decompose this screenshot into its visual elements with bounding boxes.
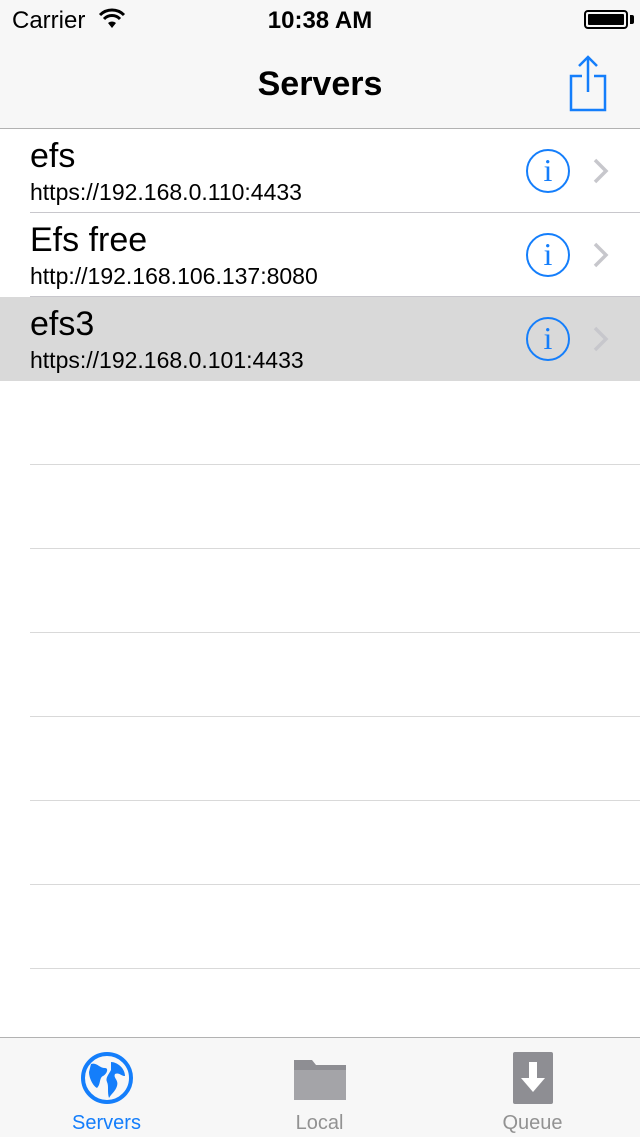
info-icon[interactable]: i — [526, 233, 570, 277]
tab-servers[interactable]: Servers — [0, 1038, 213, 1137]
empty-row — [30, 549, 640, 633]
navigation-bar: Servers — [0, 40, 640, 129]
empty-row — [30, 633, 640, 717]
page-title: Servers — [257, 65, 383, 103]
server-name: efs — [30, 137, 76, 175]
chevron-right-icon — [593, 242, 609, 268]
empty-row — [30, 717, 640, 801]
empty-row — [30, 885, 640, 969]
server-name: Efs free — [30, 221, 148, 259]
tab-bar: Servers Local Queue — [0, 1037, 640, 1137]
tab-queue[interactable]: Queue — [426, 1038, 639, 1137]
empty-row — [30, 381, 640, 465]
server-row[interactable]: Efs free http://192.168.106.137:8080 i — [30, 213, 640, 297]
share-icon[interactable] — [560, 54, 616, 114]
battery-tip — [630, 15, 634, 24]
empty-row — [30, 465, 640, 549]
folder-icon — [293, 1060, 346, 1100]
server-url: https://192.168.0.110:4433 — [30, 179, 302, 205]
info-icon[interactable]: i — [526, 317, 570, 361]
info-icon[interactable]: i — [526, 149, 570, 193]
server-list: efs https://192.168.0.110:4433 i Efs fre… — [0, 129, 640, 969]
server-url: http://192.168.106.137:8080 — [30, 263, 318, 289]
tab-label: Local — [295, 1112, 344, 1134]
download-icon — [512, 1052, 553, 1104]
server-row[interactable]: efs3 https://192.168.0.101:4433 i — [0, 297, 640, 381]
chevron-right-icon — [593, 326, 609, 352]
status-time: 10:38 AM — [267, 7, 373, 34]
server-url: https://192.168.0.101:4433 — [30, 347, 304, 373]
server-name: efs3 — [30, 305, 95, 343]
tab-label: Queue — [502, 1112, 563, 1134]
globe-icon — [80, 1052, 133, 1104]
tab-local[interactable]: Local — [213, 1038, 426, 1137]
empty-row — [30, 801, 640, 885]
chevron-right-icon — [593, 158, 609, 184]
tab-label: Servers — [72, 1112, 141, 1134]
server-row[interactable]: efs https://192.168.0.110:4433 i — [30, 129, 640, 213]
battery-icon — [584, 10, 628, 29]
status-bar: Carrier 10:38 AM — [0, 0, 640, 40]
